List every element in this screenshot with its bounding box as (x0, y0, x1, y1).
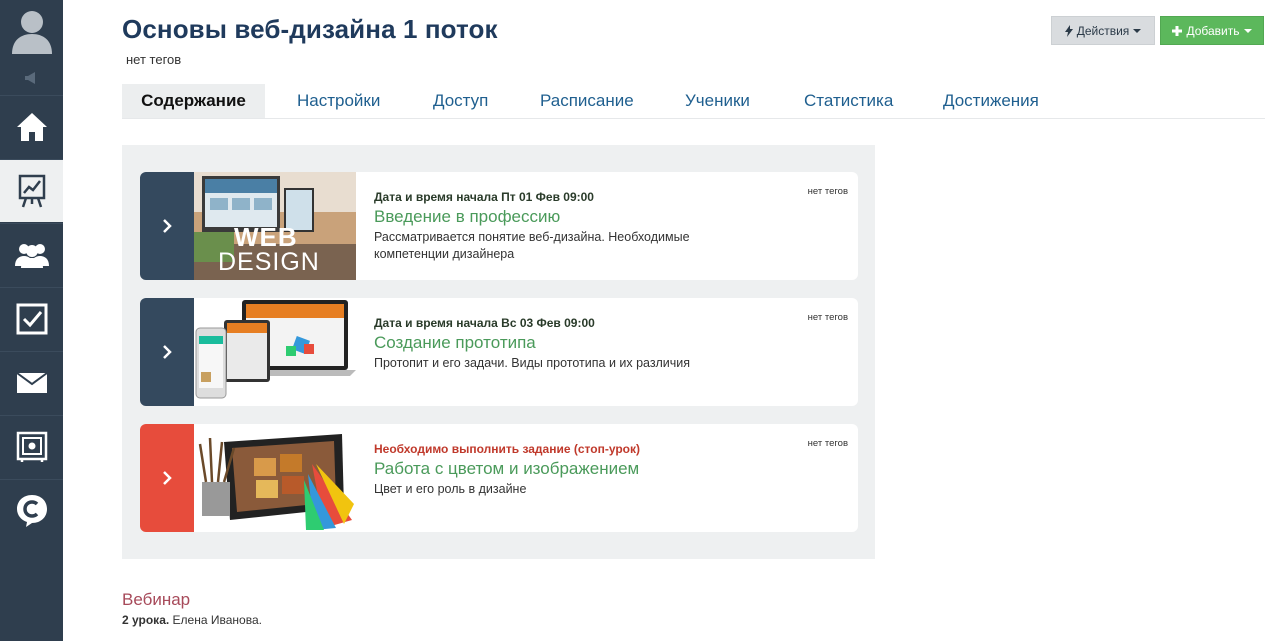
sidebar-item-courses[interactable] (0, 159, 63, 222)
avatar[interactable] (0, 0, 63, 62)
lesson-description: Цвет и его роль в дизайне (374, 482, 527, 496)
notifications-toggle[interactable] (0, 62, 63, 94)
checkbox-icon (16, 303, 47, 335)
actions-button-label: Действия (1076, 23, 1130, 38)
lesson-title[interactable]: Создание прототипа (374, 333, 714, 353)
lesson-card[interactable]: Необходимо выполнить задание (стоп-урок)… (140, 424, 858, 532)
sidebar-item-home[interactable] (0, 95, 63, 158)
lesson-card[interactable]: Дата и время начала Вс 03 Фев 09:00 Созд… (140, 298, 858, 406)
tab-statistics[interactable]: Статистика (804, 84, 893, 118)
webinar-info: 2 урока. Елена Иванова. (122, 613, 262, 627)
chevron-right-icon (163, 219, 172, 233)
actions-button[interactable]: Действия (1051, 16, 1155, 45)
lesson-start-date: Дата и время начала Пт 01 Фев 09:00 (374, 190, 594, 204)
sidebar-footer (0, 542, 63, 641)
lesson-card[interactable]: WEB DESIGN Дата и время начала Пт 01 Фев… (140, 172, 858, 280)
color-tablet-image-icon (194, 424, 356, 532)
tab-content[interactable]: Содержание (122, 84, 265, 118)
sidebar (0, 0, 63, 641)
chevron-down-icon (1133, 28, 1142, 33)
tab-settings[interactable]: Настройки (297, 84, 380, 118)
webinar-lesson-count: 2 урока. (122, 613, 170, 627)
sidebar-item-tasks[interactable] (0, 287, 63, 350)
sidebar-item-messages[interactable] (0, 351, 63, 414)
chevron-right-icon (163, 345, 172, 359)
thumb-text: DESIGN (218, 248, 320, 276)
lesson-title[interactable]: Работа с цветом и изображением (374, 459, 714, 479)
users-icon (14, 244, 49, 268)
megaphone-icon (24, 72, 35, 84)
tab-access[interactable]: Доступ (433, 84, 488, 118)
lesson-title[interactable]: Введение в профессию (374, 207, 714, 227)
lesson-meta: Дата и время начала Пт 01 Фев 09:00 Введ… (374, 190, 714, 263)
sidebar-item-chat[interactable] (0, 479, 63, 542)
home-icon (16, 113, 47, 141)
lesson-start-date: Дата и время начала Вс 03 Фев 09:00 (374, 316, 595, 330)
expand-lesson-button[interactable] (140, 298, 194, 406)
plus-icon (1172, 25, 1183, 36)
safe-icon (16, 431, 47, 462)
lesson-thumbnail (194, 298, 356, 406)
chat-c-icon (16, 495, 47, 527)
add-button[interactable]: Добавить (1160, 16, 1264, 45)
lesson-meta: Дата и время начала Вс 03 Фев 09:00 Созд… (374, 316, 714, 372)
lightning-icon (1064, 24, 1073, 37)
sidebar-item-users[interactable] (0, 223, 63, 286)
lessons-panel: WEB DESIGN Дата и время начала Пт 01 Фев… (122, 145, 875, 559)
lesson-description: Рассматривается понятие веб-дизайна. Нео… (374, 230, 690, 261)
lesson-tags: нет тегов (807, 438, 848, 449)
lesson-tags: нет тегов (807, 186, 848, 197)
add-button-label: Добавить (1186, 23, 1240, 38)
user-avatar-icon (11, 11, 52, 54)
webinar-title[interactable]: Вебинар (122, 590, 190, 610)
chevron-down-icon (1243, 28, 1252, 33)
lesson-thumbnail: WEB DESIGN (194, 172, 356, 280)
expand-lesson-button[interactable] (140, 172, 194, 280)
course-tabs: Содержание Настройки Доступ Расписание У… (122, 84, 1265, 119)
webinar-author: Елена Иванова. (172, 613, 262, 627)
presentation-chart-icon (18, 174, 45, 208)
page-title: Основы веб-дизайна 1 поток (122, 14, 498, 44)
lesson-tags: нет тегов (807, 312, 848, 323)
mail-icon (15, 372, 48, 393)
tab-students[interactable]: Ученики (685, 84, 750, 118)
tab-schedule[interactable]: Расписание (540, 84, 634, 118)
lesson-thumbnail (194, 424, 356, 532)
prototype-devices-image-icon (194, 298, 356, 406)
tab-achievements[interactable]: Достижения (943, 84, 1039, 118)
expand-lesson-button[interactable] (140, 424, 194, 532)
lesson-stop-notice: Необходимо выполнить задание (стоп-урок) (374, 442, 640, 456)
lesson-meta: Необходимо выполнить задание (стоп-урок)… (374, 442, 714, 498)
course-tags: нет тегов (126, 52, 182, 67)
chevron-right-icon (163, 471, 172, 485)
lesson-description: Протопит и его задачи. Виды прототипа и … (374, 356, 690, 370)
sidebar-item-safe[interactable] (0, 415, 63, 478)
